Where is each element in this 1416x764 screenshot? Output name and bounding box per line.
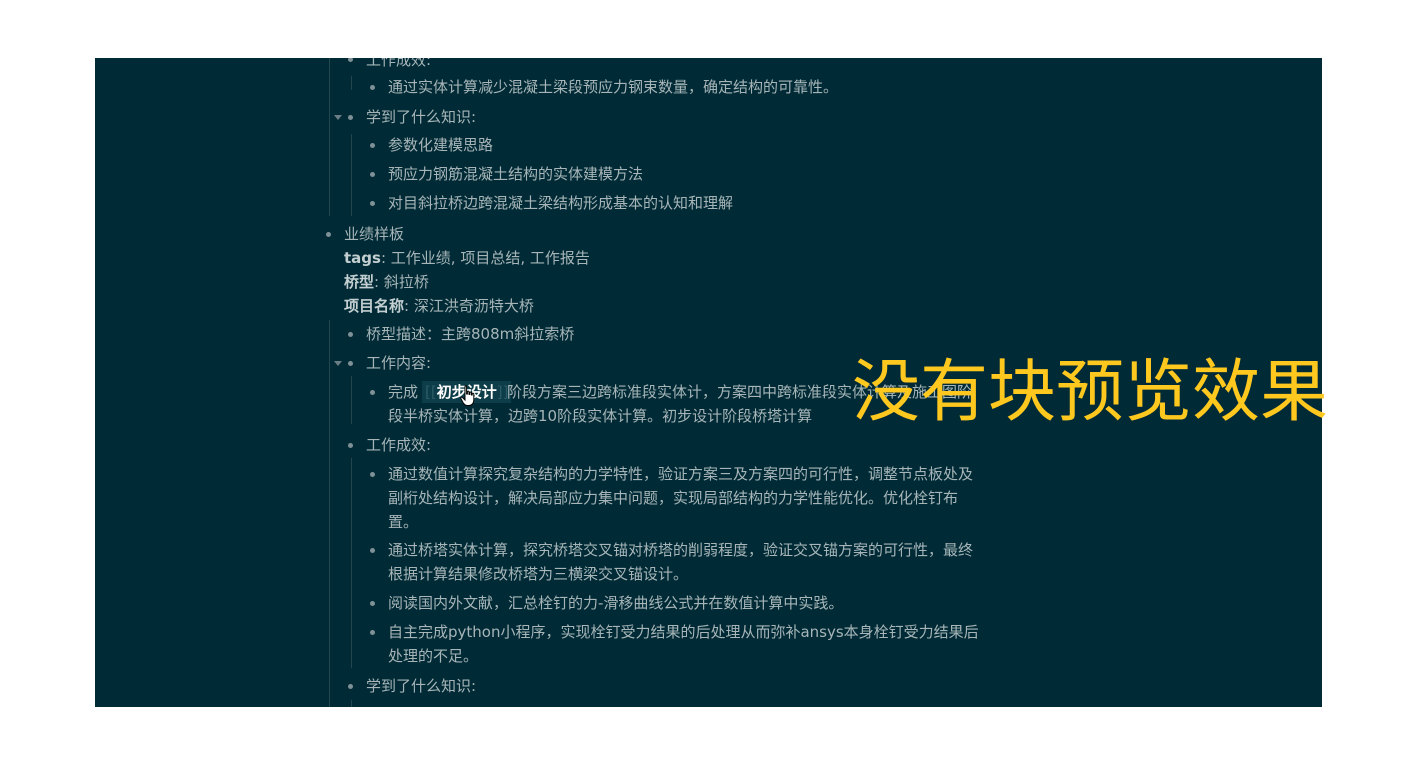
- block-text[interactable]: 副桁处结构设计，解决局部应力集中问题，实现局部结构的力学性能优化。优化栓钉布: [388, 487, 958, 509]
- block-text[interactable]: 通过数值计算探究复杂结构的力学特性，验证方案三及方案四的可行性，调整节点板处及: [388, 463, 973, 485]
- property-value: : 斜拉桥: [374, 273, 429, 291]
- property-key: 项目名称: [344, 297, 405, 315]
- block-text[interactable]: 工作成效:: [366, 58, 431, 71]
- block-bullet[interactable]: [370, 601, 375, 606]
- block-text[interactable]: 段半桥实体计算，边跨10阶段实体计算。初步设计阶段桥塔计算: [388, 405, 812, 427]
- block-bullet[interactable]: [370, 390, 375, 395]
- block-text[interactable]: 工作内容:: [366, 352, 431, 374]
- block-bullet[interactable]: [370, 201, 375, 206]
- block-bullet[interactable]: [370, 548, 375, 553]
- block-text[interactable]: 桥型描述：主跨808m斜拉索桥: [366, 323, 574, 345]
- indent-guide: [351, 76, 352, 90]
- block-text[interactable]: 完成: [388, 381, 418, 403]
- indent-guide: [329, 320, 330, 707]
- indent-guide: [351, 458, 352, 668]
- block-text[interactable]: 预应力钢筋混凝土结构的实体建模方法: [388, 163, 643, 185]
- block-text[interactable]: 通过桥塔实体计算，探究桥塔交叉锚对桥塔的削弱程度，验证交叉锚方案的可行性，最终: [388, 539, 973, 561]
- block-bullet[interactable]: [370, 143, 375, 148]
- block-text[interactable]: 工作成效:: [366, 434, 431, 456]
- property-project-name[interactable]: 项目名称: 深江洪奇沥特大桥: [344, 295, 534, 317]
- block-text[interactable]: 学到了什么知识:: [366, 675, 476, 697]
- block-bullet[interactable]: [348, 684, 353, 689]
- block-bullet[interactable]: [370, 630, 375, 635]
- block-text[interactable]: 自主完成python小程序，实现栓钉受力结果的后处理从而弥补ansys本身栓钉受…: [388, 621, 979, 643]
- block-bullet[interactable]: [370, 85, 375, 90]
- block-bullet[interactable]: [326, 232, 331, 237]
- property-value: : 工作业绩, 项目总结, 工作报告: [380, 249, 590, 267]
- block-text[interactable]: 根据计算结果修改桥塔为三横梁交叉锚设计。: [388, 563, 688, 585]
- block-title[interactable]: 业绩样板: [344, 223, 404, 245]
- property-tags[interactable]: tags: 工作业绩, 项目总结, 工作报告: [344, 247, 590, 269]
- property-value: : 深江洪奇沥特大桥: [404, 297, 534, 315]
- block-text[interactable]: 阅读国内外文献，汇总栓钉的力-滑移曲线公式并在数值计算中实践。: [388, 592, 843, 614]
- block-bullet[interactable]: [348, 115, 353, 120]
- block-bullet[interactable]: [370, 172, 375, 177]
- property-key: tags: [344, 249, 381, 267]
- hand-pointer-icon: [460, 385, 475, 406]
- property-key: 桥型: [344, 273, 375, 291]
- block-text[interactable]: 通过实体计算减少混凝土梁段预应力钢束数量，确定结构的可靠性。: [388, 76, 838, 98]
- block-bullet[interactable]: [370, 472, 375, 477]
- block-bullet[interactable]: [348, 443, 353, 448]
- block-bullet[interactable]: [348, 332, 353, 337]
- indent-guide: [351, 700, 352, 707]
- collapse-arrow-icon[interactable]: [334, 115, 342, 120]
- block-text[interactable]: 置。: [388, 511, 418, 533]
- block-text[interactable]: 处理的不足。: [388, 645, 478, 667]
- block-text[interactable]: 对目斜拉桥边跨混凝土梁结构形成基本的认知和理解: [388, 192, 733, 214]
- indent-guide: [329, 58, 330, 216]
- overlay-caption: 没有块预览效果: [852, 353, 1329, 432]
- block-text[interactable]: 学到了什么知识:: [366, 106, 476, 128]
- block-bullet[interactable]: [348, 58, 353, 62]
- indent-guide: [351, 134, 352, 216]
- bracket-open: [[: [425, 383, 437, 401]
- block-bullet[interactable]: [348, 361, 353, 366]
- indent-guide: [351, 376, 352, 424]
- block-text[interactable]: 参数化建模思路: [388, 134, 493, 156]
- collapse-arrow-icon[interactable]: [334, 361, 342, 366]
- property-bridge-type[interactable]: 桥型: 斜拉桥: [344, 271, 429, 293]
